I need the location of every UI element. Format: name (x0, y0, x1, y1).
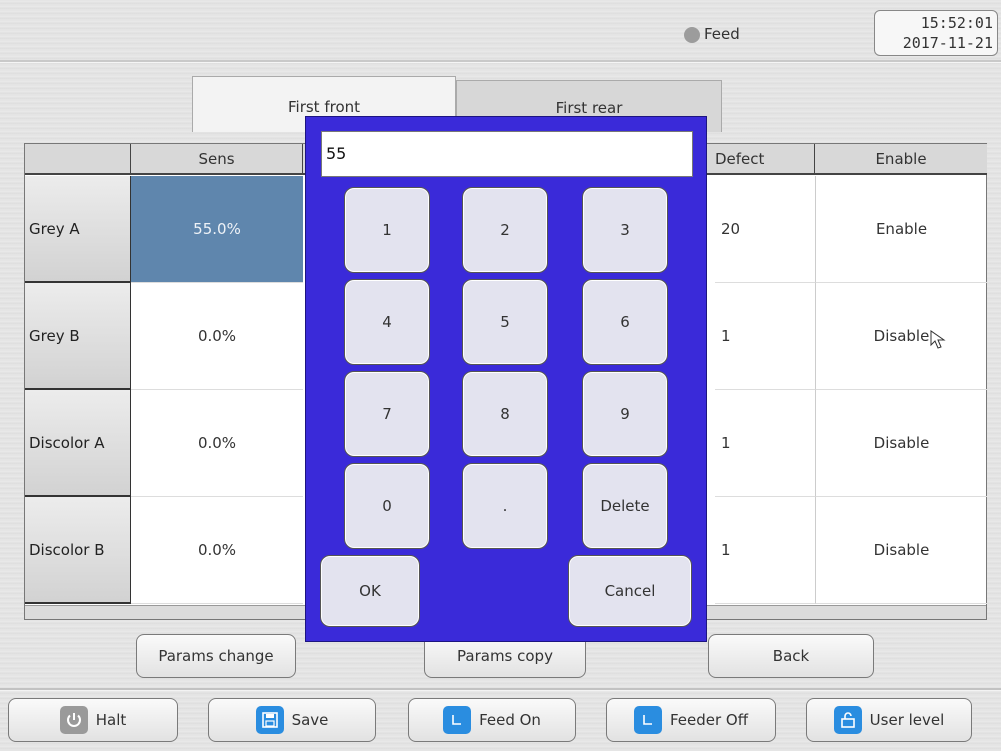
feed-on-label: Feed On (479, 711, 541, 729)
status-bar-divider (0, 60, 1001, 63)
cell-enable-grey-a[interactable]: Enable (815, 176, 987, 283)
row-label-grey-b: Grey B (25, 283, 131, 390)
key-8[interactable]: 8 (462, 371, 548, 457)
key-9[interactable]: 9 (582, 371, 668, 457)
cell-sens-discolor-b[interactable]: 0.0% (131, 497, 303, 604)
key-5[interactable]: 5 (462, 279, 548, 365)
key-delete[interactable]: Delete (582, 463, 668, 549)
cell-sens-discolor-a[interactable]: 0.0% (131, 390, 303, 497)
params-change-button[interactable]: Params change (136, 634, 296, 678)
table-header-sens: Sens (131, 144, 303, 175)
save-button[interactable]: Save (208, 698, 376, 742)
feed-status-lamp-icon (684, 27, 700, 43)
key-decimal[interactable]: . (462, 463, 548, 549)
cell-sens-grey-b[interactable]: 0.0% (131, 283, 303, 390)
user-level-label: User level (869, 711, 945, 729)
row-label-discolor-a: Discolor A (25, 390, 131, 497)
cell-sens-grey-a[interactable]: 55.0% (131, 176, 303, 283)
back-button[interactable]: Back (708, 634, 874, 678)
halt-label: Halt (95, 711, 127, 729)
key-0[interactable]: 0 (344, 463, 430, 549)
cell-enable-discolor-b[interactable]: Disable (815, 497, 987, 604)
halt-button[interactable]: Halt (8, 698, 178, 742)
cell-defect-grey-a[interactable]: 20 (715, 176, 815, 283)
key-6[interactable]: 6 (582, 279, 668, 365)
feed-icon (443, 706, 472, 734)
numeric-keypad-dialog: 55 1 2 3 4 5 6 7 8 9 0 . Delete OK Cance… (305, 116, 707, 642)
clock-time: 15:52:01 (920, 14, 993, 32)
keypad-ok-button[interactable]: OK (320, 555, 420, 627)
key-3[interactable]: 3 (582, 187, 668, 273)
cell-defect-discolor-b[interactable]: 1 (715, 497, 815, 604)
table-header-defect: Defect (715, 144, 815, 175)
feeder-icon (633, 706, 662, 734)
key-7[interactable]: 7 (344, 371, 430, 457)
row-label-grey-a: Grey A (25, 176, 131, 283)
key-4[interactable]: 4 (344, 279, 430, 365)
feed-status-label: Feed (704, 25, 740, 43)
table-header-corner (25, 144, 131, 175)
feeder-off-button[interactable]: Feeder Off (606, 698, 776, 742)
key-2[interactable]: 2 (462, 187, 548, 273)
save-label: Save (291, 711, 329, 729)
power-icon (59, 706, 88, 734)
toolbar-divider (0, 688, 1001, 691)
feed-on-button[interactable]: Feed On (408, 698, 576, 742)
feeder-off-label: Feeder Off (669, 711, 749, 729)
key-1[interactable]: 1 (344, 187, 430, 273)
user-level-button[interactable]: User level (806, 698, 972, 742)
keypad-value-input[interactable]: 55 (321, 131, 693, 177)
clock-display: 15:52:01 2017-11-21 (874, 10, 998, 56)
clock-date: 2017-11-21 (902, 34, 993, 52)
lock-icon (833, 706, 862, 734)
floppy-disk-icon (255, 706, 284, 734)
keypad-cancel-button[interactable]: Cancel (568, 555, 692, 627)
cell-enable-discolor-a[interactable]: Disable (815, 390, 987, 497)
row-label-discolor-b: Discolor B (25, 497, 131, 604)
cell-defect-grey-b[interactable]: 1 (715, 283, 815, 390)
mouse-cursor-icon (930, 330, 946, 349)
table-header-enable: Enable (815, 144, 987, 175)
cell-defect-discolor-a[interactable]: 1 (715, 390, 815, 497)
cell-enable-grey-b[interactable]: Disable (815, 283, 987, 390)
status-bar (0, 0, 1001, 58)
